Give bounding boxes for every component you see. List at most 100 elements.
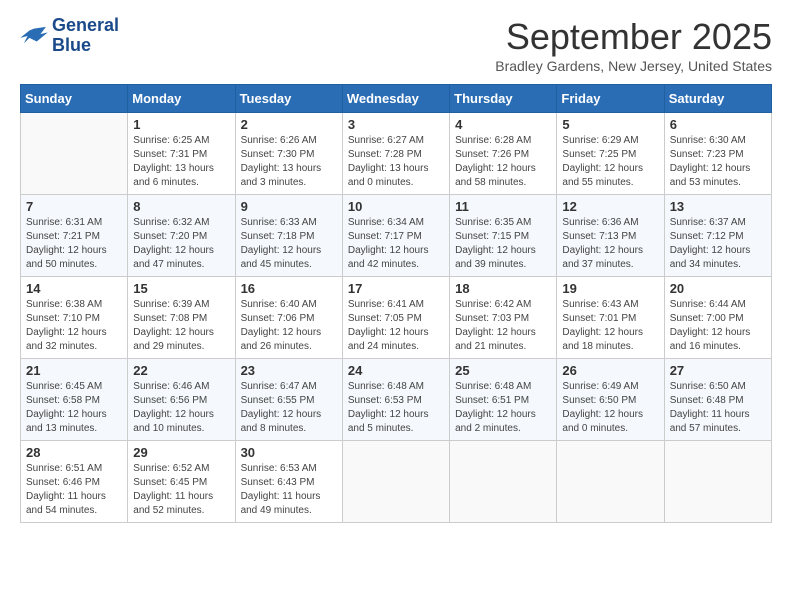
day-detail: Sunrise: 6:33 AM Sunset: 7:18 PM Dayligh…: [241, 216, 337, 272]
calendar-week-row: 14 Sunrise: 6:38 AM Sunset: 7:10 PM Dayli…: [21, 277, 772, 359]
page-header: General Blue September 2025 Bradley Gard…: [20, 16, 772, 74]
calendar-cell: 5 Sunrise: 6:29 AM Sunset: 7:25 PM Daylig…: [557, 113, 664, 195]
day-number: 21: [26, 363, 122, 378]
day-number: 7: [26, 199, 122, 214]
day-detail: Sunrise: 6:37 AM Sunset: 7:12 PM Dayligh…: [670, 216, 766, 272]
day-number: 5: [562, 117, 658, 132]
day-detail: Sunrise: 6:38 AM Sunset: 7:10 PM Dayligh…: [26, 298, 122, 354]
day-detail: Sunrise: 6:47 AM Sunset: 6:55 PM Dayligh…: [241, 380, 337, 436]
day-detail: Sunrise: 6:50 AM Sunset: 6:48 PM Dayligh…: [670, 380, 766, 436]
calendar-cell: 27 Sunrise: 6:50 AM Sunset: 6:48 PM Dayli…: [664, 359, 771, 441]
day-number: 9: [241, 199, 337, 214]
col-header-friday: Friday: [557, 85, 664, 113]
day-detail: Sunrise: 6:41 AM Sunset: 7:05 PM Dayligh…: [348, 298, 444, 354]
day-detail: Sunrise: 6:49 AM Sunset: 6:50 PM Dayligh…: [562, 380, 658, 436]
day-detail: Sunrise: 6:30 AM Sunset: 7:23 PM Dayligh…: [670, 134, 766, 190]
day-number: 17: [348, 281, 444, 296]
day-number: 19: [562, 281, 658, 296]
calendar-cell: 25Sunrise: 6:48 AM Sunset: 6:51 PM Dayli…: [450, 359, 557, 441]
day-detail: Sunrise: 6:39 AM Sunset: 7:08 PM Dayligh…: [133, 298, 229, 354]
calendar-cell: [342, 441, 449, 523]
day-number: 14: [26, 281, 122, 296]
calendar-cell: [21, 113, 128, 195]
calendar-cell: 21 Sunrise: 6:45 AM Sunset: 6:58 PM Dayli…: [21, 359, 128, 441]
day-number: 12: [562, 199, 658, 214]
day-detail: Sunrise: 6:52 AM Sunset: 6:45 PM Dayligh…: [133, 462, 229, 518]
day-number: 29: [133, 445, 229, 460]
calendar-table: SundayMondayTuesdayWednesdayThursdayFrid…: [20, 84, 772, 523]
calendar-cell: 15 Sunrise: 6:39 AM Sunset: 7:08 PM Dayli…: [128, 277, 235, 359]
day-number: 4: [455, 117, 551, 132]
day-detail: Sunrise: 6:48 AM Sunset: 6:53 PM Dayligh…: [348, 380, 444, 436]
calendar-cell: 23 Sunrise: 6:47 AM Sunset: 6:55 PM Dayli…: [235, 359, 342, 441]
calendar-cell: 11 Sunrise: 6:35 AM Sunset: 7:15 PM Dayli…: [450, 195, 557, 277]
calendar-cell: [664, 441, 771, 523]
logo-icon: [20, 25, 48, 47]
day-detail: Sunrise: 6:32 AM Sunset: 7:20 PM Dayligh…: [133, 216, 229, 272]
day-number: 11: [455, 199, 551, 214]
calendar-cell: 18 Sunrise: 6:42 AM Sunset: 7:03 PM Dayli…: [450, 277, 557, 359]
day-detail: Sunrise: 6:45 AM Sunset: 6:58 PM Dayligh…: [26, 380, 122, 436]
calendar-cell: 17 Sunrise: 6:41 AM Sunset: 7:05 PM Dayli…: [342, 277, 449, 359]
day-detail: Sunrise: 6:35 AM Sunset: 7:15 PM Dayligh…: [455, 216, 551, 272]
day-number: 27: [670, 363, 766, 378]
calendar-cell: 19 Sunrise: 6:43 AM Sunset: 7:01 PM Dayli…: [557, 277, 664, 359]
calendar-cell: 3Sunrise: 6:27 AM Sunset: 7:28 PM Daylig…: [342, 113, 449, 195]
calendar-cell: 1Sunrise: 6:25 AM Sunset: 7:31 PM Daylig…: [128, 113, 235, 195]
day-detail: Sunrise: 6:53 AM Sunset: 6:43 PM Dayligh…: [241, 462, 337, 518]
day-number: 8: [133, 199, 229, 214]
day-detail: Sunrise: 6:31 AM Sunset: 7:21 PM Dayligh…: [26, 216, 122, 272]
calendar-cell: 4Sunrise: 6:28 AM Sunset: 7:26 PM Daylig…: [450, 113, 557, 195]
day-number: 20: [670, 281, 766, 296]
calendar-cell: 26 Sunrise: 6:49 AM Sunset: 6:50 PM Dayli…: [557, 359, 664, 441]
day-number: 26: [562, 363, 658, 378]
day-number: 28: [26, 445, 122, 460]
calendar-week-row: 28 Sunrise: 6:51 AM Sunset: 6:46 PM Dayli…: [21, 441, 772, 523]
month-title: September 2025: [495, 16, 772, 58]
col-header-thursday: Thursday: [450, 85, 557, 113]
calendar-week-row: 21 Sunrise: 6:45 AM Sunset: 6:58 PM Dayli…: [21, 359, 772, 441]
calendar-cell: 30 Sunrise: 6:53 AM Sunset: 6:43 PM Dayli…: [235, 441, 342, 523]
col-header-sunday: Sunday: [21, 85, 128, 113]
calendar-cell: 20 Sunrise: 6:44 AM Sunset: 7:00 PM Dayli…: [664, 277, 771, 359]
day-number: 25: [455, 363, 551, 378]
calendar-cell: 16 Sunrise: 6:40 AM Sunset: 7:06 PM Dayli…: [235, 277, 342, 359]
day-number: 30: [241, 445, 337, 460]
calendar-cell: 28 Sunrise: 6:51 AM Sunset: 6:46 PM Dayli…: [21, 441, 128, 523]
day-detail: Sunrise: 6:40 AM Sunset: 7:06 PM Dayligh…: [241, 298, 337, 354]
calendar-cell: 22Sunrise: 6:46 AM Sunset: 6:56 PM Dayli…: [128, 359, 235, 441]
calendar-cell: 9 Sunrise: 6:33 AM Sunset: 7:18 PM Daylig…: [235, 195, 342, 277]
calendar-cell: 24 Sunrise: 6:48 AM Sunset: 6:53 PM Dayli…: [342, 359, 449, 441]
calendar-cell: 10Sunrise: 6:34 AM Sunset: 7:17 PM Dayli…: [342, 195, 449, 277]
day-number: 16: [241, 281, 337, 296]
calendar-cell: 29 Sunrise: 6:52 AM Sunset: 6:45 PM Dayli…: [128, 441, 235, 523]
day-detail: Sunrise: 6:43 AM Sunset: 7:01 PM Dayligh…: [562, 298, 658, 354]
logo: General Blue: [20, 16, 119, 56]
location-title: Bradley Gardens, New Jersey, United Stat…: [495, 58, 772, 74]
logo-text: General Blue: [52, 16, 119, 56]
day-detail: Sunrise: 6:26 AM Sunset: 7:30 PM Dayligh…: [241, 134, 337, 190]
day-detail: Sunrise: 6:44 AM Sunset: 7:00 PM Dayligh…: [670, 298, 766, 354]
day-number: 3: [348, 117, 444, 132]
day-detail: Sunrise: 6:29 AM Sunset: 7:25 PM Dayligh…: [562, 134, 658, 190]
calendar-header-row: SundayMondayTuesdayWednesdayThursdayFrid…: [21, 85, 772, 113]
day-number: 23: [241, 363, 337, 378]
day-number: 22: [133, 363, 229, 378]
calendar-week-row: 7 Sunrise: 6:31 AM Sunset: 7:21 PM Daylig…: [21, 195, 772, 277]
calendar-cell: [557, 441, 664, 523]
day-number: 6: [670, 117, 766, 132]
day-detail: Sunrise: 6:51 AM Sunset: 6:46 PM Dayligh…: [26, 462, 122, 518]
day-number: 13: [670, 199, 766, 214]
day-number: 18: [455, 281, 551, 296]
col-header-tuesday: Tuesday: [235, 85, 342, 113]
day-number: 15: [133, 281, 229, 296]
col-header-wednesday: Wednesday: [342, 85, 449, 113]
calendar-cell: 7 Sunrise: 6:31 AM Sunset: 7:21 PM Daylig…: [21, 195, 128, 277]
day-number: 2: [241, 117, 337, 132]
calendar-cell: 14 Sunrise: 6:38 AM Sunset: 7:10 PM Dayli…: [21, 277, 128, 359]
day-detail: Sunrise: 6:34 AM Sunset: 7:17 PM Dayligh…: [348, 216, 444, 272]
day-number: 1: [133, 117, 229, 132]
day-number: 24: [348, 363, 444, 378]
day-detail: Sunrise: 6:42 AM Sunset: 7:03 PM Dayligh…: [455, 298, 551, 354]
calendar-cell: 6 Sunrise: 6:30 AM Sunset: 7:23 PM Daylig…: [664, 113, 771, 195]
